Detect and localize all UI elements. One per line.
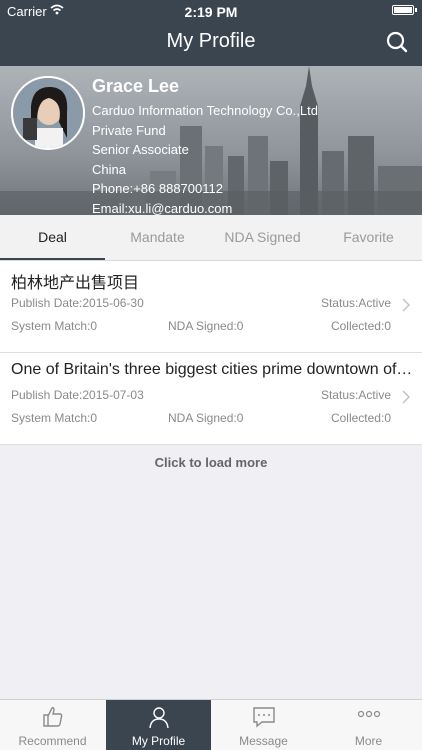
- person-icon: [149, 707, 169, 729]
- tab-mandate[interactable]: Mandate: [105, 215, 210, 260]
- battery-icon: [392, 5, 417, 15]
- profile-company: Carduo Information Technology Co.,Ltd: [92, 103, 318, 118]
- profile-position: Senior Associate: [92, 142, 189, 157]
- clock-time: 2:19 PM: [184, 4, 238, 20]
- segment-tabs: Deal Mandate NDA Signed Favorite: [0, 215, 422, 261]
- load-more-button[interactable]: Click to load more: [0, 455, 422, 470]
- thumbs-up-icon: [43, 707, 63, 727]
- chat-icon: [253, 707, 275, 728]
- publish-date: Publish Date:2015-06-30: [11, 296, 144, 310]
- chevron-right-icon: [402, 390, 410, 404]
- tab-nda-signed[interactable]: NDA Signed: [210, 215, 315, 260]
- page-title: My Profile: [166, 30, 256, 52]
- deal-status: Status:Active: [320, 388, 391, 402]
- top-header: Carrier 2:19 PM My Profile: [0, 0, 422, 66]
- system-match: System Match:0: [11, 319, 98, 333]
- tabbar-label: My Profile: [131, 734, 186, 748]
- chevron-right-icon: [402, 298, 410, 312]
- profile-phone: Phone:+86 888700112: [92, 181, 223, 196]
- deal-title: 柏林地产出售项目: [11, 275, 140, 292]
- search-icon[interactable]: [386, 31, 408, 53]
- collected-count: Collected:0: [330, 411, 391, 425]
- profile-email: Email:xu.li@carduo.com: [92, 200, 233, 216]
- tabbar-more[interactable]: More: [316, 700, 421, 750]
- nda-signed-count: NDA Signed:0: [168, 319, 244, 333]
- tabbar-label: Message: [239, 734, 288, 748]
- profile-name: Grace Lee: [92, 76, 180, 96]
- ellipsis-icon: [357, 710, 381, 718]
- status-bar: Carrier 2:19 PM: [0, 0, 422, 22]
- profile-card: Grace Lee Carduo Information Technology …: [0, 66, 422, 215]
- deal-title: One of Britain's three biggest cities pr…: [11, 361, 416, 378]
- profile-info: Grace Lee Carduo Information Technology …: [92, 76, 318, 215]
- bottom-tab-bar: Recommend My Profile Message More: [0, 699, 422, 750]
- collected-count: Collected:0: [330, 319, 391, 333]
- tabbar-message[interactable]: Message: [211, 700, 316, 750]
- avatar[interactable]: [11, 76, 85, 150]
- deal-status: Status:Active: [320, 296, 391, 310]
- profile-country: China: [92, 161, 126, 177]
- deal-list: 柏林地产出售项目 Publish Date:2015-06-30 Status:…: [0, 261, 422, 445]
- nda-signed-count: NDA Signed:0: [168, 411, 244, 425]
- tabbar-recommend[interactable]: Recommend: [0, 700, 105, 750]
- profile-fund: Private Fund: [92, 122, 166, 138]
- publish-date: Publish Date:2015-07-03: [11, 388, 144, 402]
- list-item[interactable]: 柏林地产出售项目 Publish Date:2015-06-30 Status:…: [0, 261, 422, 353]
- tab-deal[interactable]: Deal: [0, 215, 105, 260]
- tabbar-label: More: [354, 734, 383, 748]
- list-item[interactable]: One of Britain's three biggest cities pr…: [0, 353, 422, 445]
- tab-favorite[interactable]: Favorite: [316, 215, 421, 260]
- tabbar-label: Recommend: [18, 734, 87, 748]
- tabbar-my-profile[interactable]: My Profile: [106, 700, 211, 750]
- system-match: System Match:0: [11, 411, 98, 425]
